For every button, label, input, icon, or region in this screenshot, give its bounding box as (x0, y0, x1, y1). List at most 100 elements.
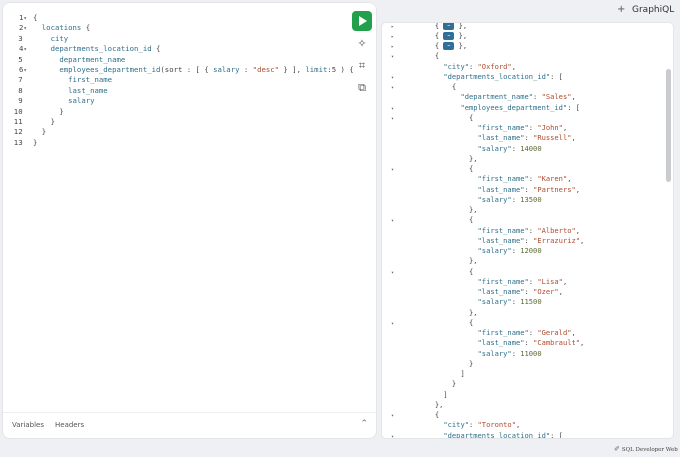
editor-line[interactable]: 6▾ employees_department_id(sort : [ { sa… (3, 64, 354, 75)
result-line: }, (382, 308, 662, 318)
result-line: } (382, 359, 662, 369)
collapsed-object-button[interactable]: ⋯ (443, 31, 455, 40)
result-text: "last_name": "Russell", (477, 133, 576, 143)
editor-line[interactable]: 11 } (3, 117, 343, 127)
editor-line[interactable]: 9 salary (3, 96, 343, 106)
result-line: ▾ "employees_department_id": [ (382, 103, 662, 113)
result-text: "last_name": "Errazuriz", (477, 235, 585, 245)
json-key: "first_name" (477, 225, 529, 235)
editor-line[interactable]: 3 city (3, 34, 343, 44)
json-key: "first_name" (477, 276, 529, 286)
result-line: ▸ { ⋯ }, (382, 31, 662, 41)
tab-headers[interactable]: Headers (55, 421, 84, 429)
line-number: 13 (13, 137, 23, 147)
editor-line[interactable]: 2▾ locations { (3, 23, 343, 33)
result-text: { ⋯ }, (434, 30, 468, 40)
app-title: GraphiQL (632, 5, 675, 15)
query-editor[interactable]: 1▾{2▾ locations {3 city 4▾ departments_lo… (3, 13, 354, 148)
merge-fragments-icon[interactable]: ⌗ (355, 59, 369, 73)
pencil-icon: ✐ (614, 445, 620, 453)
result-line: "salary": 14000 (382, 144, 662, 154)
result-text: { (468, 112, 474, 122)
code-token: { (156, 44, 161, 54)
json-key: "employees_department_id" (460, 102, 568, 112)
result-line: "city": "Toronto", (382, 420, 662, 430)
result-scrollbar[interactable] (666, 69, 671, 182)
result-line: ] (382, 369, 662, 379)
code-token: city (33, 33, 69, 43)
result-line: ▾ { (382, 51, 662, 61)
line-number: 6▾ (18, 64, 27, 74)
result-text: "city": "Oxford", (443, 61, 516, 71)
result-line: "salary": 11500 (382, 297, 662, 307)
line-number: 3 (18, 33, 23, 43)
result-text: ] (460, 369, 465, 378)
editor-line[interactable]: 10 } (3, 107, 343, 117)
code-token: salary (213, 64, 240, 74)
result-text: { ⋯ }, (434, 41, 468, 50)
editor-line[interactable]: 12 } (3, 127, 343, 137)
json-key: "last_name" (477, 338, 525, 348)
json-key: "departments_location_id" (443, 430, 551, 439)
result-text: }, (468, 205, 478, 214)
code-text: } (33, 117, 55, 127)
code-token: } (33, 137, 38, 147)
code-token: department_name (33, 54, 126, 64)
run-query-button[interactable] (352, 11, 372, 31)
editor-line[interactable]: 13 } (3, 138, 343, 148)
json-key: "last_name" (477, 184, 525, 194)
collapsed-object-button[interactable]: ⋯ (443, 42, 455, 50)
code-text: } (33, 127, 46, 137)
result-line: "salary": 12000 (382, 246, 662, 256)
json-number-value: 13500 (520, 194, 542, 204)
fold-arrow-icon[interactable]: ▾ (391, 432, 394, 439)
result-line: ▾ "departments_location_id": [ (382, 72, 662, 82)
result-line: "last_name": "Cambrault", (382, 338, 662, 348)
editor-line[interactable]: 5 department_name (3, 55, 343, 65)
result-text: "first_name": "Lisa", (477, 276, 568, 286)
json-number-value: 11500 (520, 297, 542, 307)
prettify-icon[interactable]: ✧ (355, 37, 369, 51)
add-tab-button[interactable]: + (617, 4, 625, 15)
result-text: "salary": 12000 (477, 246, 542, 255)
code-text: departments_location_id { (33, 44, 161, 54)
fold-arrow-icon[interactable]: ▾ (23, 67, 27, 74)
json-key: "salary" (477, 143, 512, 153)
result-text: { (451, 82, 457, 91)
fold-arrow-icon[interactable]: ▾ (23, 15, 27, 22)
result-line: }, (382, 400, 662, 410)
editor-line[interactable]: 7 first_name (3, 75, 343, 85)
json-string-value: "Oxford" (477, 61, 512, 71)
json-key: "salary" (477, 348, 512, 358)
json-string-value: "Karen" (537, 174, 568, 184)
footer-link[interactable]: ✐ SQL Developer Web (614, 445, 678, 453)
result-line: "last_name": "Partners", (382, 185, 662, 195)
result-text: { (468, 266, 474, 276)
editor-line[interactable]: 1▾ { (3, 13, 343, 23)
line-number: 10 (13, 106, 23, 116)
json-number-value: 12000 (520, 246, 542, 255)
result-line: ▾ "departments_location_id": [ (382, 431, 662, 439)
result-text: "first_name": "Gerald", (477, 328, 576, 337)
chevron-up-icon[interactable]: ⌃ (360, 419, 368, 429)
code-text: } (33, 107, 63, 117)
result-viewer: ▸ { ⋯ }, ▸ { ⋯ }, ▸ { ⋯ }, ▾ { "city": "Oxf… (382, 23, 662, 438)
code-token: limit (305, 64, 328, 74)
line-number: 5 (18, 54, 23, 64)
result-text: }, (434, 399, 444, 409)
collapsed-object-button[interactable]: ⋯ (443, 23, 455, 30)
fold-arrow-icon[interactable]: ▾ (23, 46, 27, 53)
code-token: :5 ) { (327, 64, 354, 74)
json-string-value: "Gerald" (537, 328, 572, 337)
result-text: "salary": 11500 (477, 297, 542, 307)
editor-line[interactable]: 8 last_name (3, 86, 343, 96)
tab-variables[interactable]: Variables (12, 421, 44, 429)
result-text: }, (468, 153, 478, 163)
result-text: "employees_department_id": [ (460, 102, 581, 112)
line-number: 9 (18, 96, 23, 106)
editor-line[interactable]: 4▾ departments_location_id { (3, 44, 343, 54)
fold-arrow-icon[interactable]: ▾ (23, 25, 27, 32)
copy-icon[interactable]: ⧉ (355, 81, 369, 95)
result-line: "first_name": "Gerald", (382, 328, 662, 338)
result-line: "first_name": "Lisa", (382, 277, 662, 287)
